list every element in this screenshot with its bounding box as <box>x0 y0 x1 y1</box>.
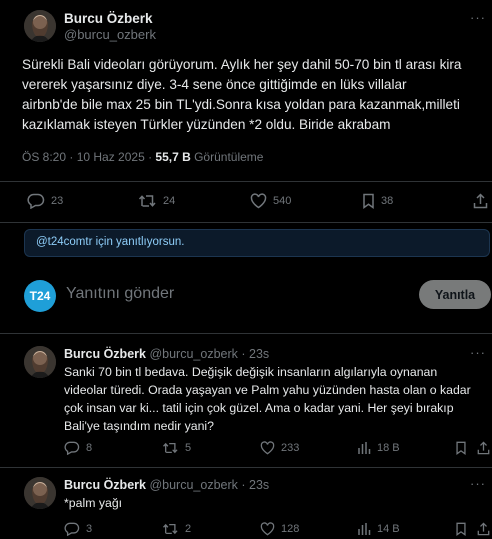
reply-context-text[interactable]: @t24comtr için yanıtlıyorsun. <box>36 236 184 248</box>
like-button[interactable]: 233 <box>260 441 299 455</box>
tweet-text-line: Sürekli Bali videoları görüyorum. Aylık … <box>22 57 462 72</box>
reply-text-line: *palm yağı <box>64 496 123 510</box>
reply-header: Burcu Özberk @burcu_ozberk · 23s <box>64 478 269 492</box>
reply-header: Burcu Özberk @burcu_ozberk · 23s <box>64 347 269 361</box>
repost-button[interactable]: 5 <box>162 441 191 455</box>
reply-text-line: videolar türedi. Orada yaşayan ve Palm y… <box>64 383 471 397</box>
repost-count: 24 <box>163 195 176 207</box>
bookmark-button[interactable]: 38 <box>362 193 393 209</box>
share-icon <box>473 193 488 209</box>
tweet-timestamp[interactable]: ÖS 8:20 · 10 Haz 2025 · <box>22 150 155 164</box>
reply-author-handle[interactable]: @burcu_ozberk <box>149 478 237 492</box>
reply-author-name[interactable]: Burcu Özberk <box>64 478 146 492</box>
reply-count: 8 <box>86 442 93 454</box>
bookmark-icon <box>456 522 466 536</box>
share-button[interactable] <box>473 193 488 209</box>
reply-author-handle[interactable]: @burcu_ozberk <box>149 347 237 361</box>
reply-text-line: Bali'ye taşındım nedir yani? <box>64 419 214 433</box>
like-button[interactable]: 540 <box>250 193 291 209</box>
reply-icon <box>27 193 45 209</box>
share-icon <box>477 522 490 536</box>
t24-avatar-text: T24 <box>29 289 51 303</box>
reply-text: *palm yağı <box>64 494 484 512</box>
reply-avatar[interactable] <box>24 477 56 509</box>
tweet-text-line: kazıklamak isteyen Türkler yüzünden *2 o… <box>22 117 391 132</box>
reply-text-line: çok insan var ki... tatil için çok güzel… <box>64 401 454 415</box>
divider <box>0 467 492 468</box>
reply-avatar[interactable] <box>24 346 56 378</box>
tweet-text-line: vererek yaşarsınız diye. 3-4 sene önce g… <box>22 77 407 92</box>
views-count: 18 B <box>377 442 400 454</box>
reply-text: Sanki 70 bin tl bedava. Değişik değişik … <box>64 363 484 435</box>
reply-icon <box>64 441 80 455</box>
reply-submit-button[interactable]: Yanıtla <box>419 280 491 309</box>
reply-button[interactable]: 3 <box>64 522 92 536</box>
repost-icon <box>163 523 178 535</box>
repost-count: 2 <box>185 523 192 535</box>
divider <box>0 222 492 223</box>
share-button[interactable] <box>477 441 490 455</box>
repost-icon <box>138 195 156 207</box>
reply-button[interactable]: 8 <box>64 441 92 455</box>
heart-icon <box>250 193 267 209</box>
like-button[interactable]: 128 <box>260 522 299 536</box>
reply-button[interactable]: 23 <box>27 193 63 209</box>
share-icon <box>477 441 490 455</box>
author-avatar[interactable] <box>24 10 56 42</box>
like-count: 540 <box>273 195 292 207</box>
views-label: Görüntüleme <box>190 150 264 164</box>
repost-button[interactable]: 24 <box>138 193 175 209</box>
reply-time[interactable]: · 23s <box>241 478 269 492</box>
more-options-icon[interactable]: ··· <box>470 476 486 491</box>
author-name[interactable]: Burcu Özberk <box>64 11 153 26</box>
reply-submit-label: Yanıtla <box>434 287 476 302</box>
bookmark-button[interactable] <box>455 441 467 455</box>
repost-button[interactable]: 2 <box>162 522 191 536</box>
bookmark-count: 38 <box>381 195 394 207</box>
analytics-icon <box>358 442 371 454</box>
views-count: 14 B <box>377 523 400 535</box>
heart-icon <box>260 522 275 536</box>
repost-count: 5 <box>185 442 192 454</box>
tweet-meta: ÖS 8:20 · 10 Haz 2025 · 55,7 B Görüntüle… <box>22 150 263 164</box>
tweet-text-line: airbnb'de bile max 25 bin TL'ydi.Sonra k… <box>22 97 460 112</box>
views-count: 55,7 B <box>155 150 191 164</box>
author-handle[interactable]: @burcu_ozberk <box>64 27 156 42</box>
views-button[interactable]: 14 B <box>357 522 400 536</box>
bookmark-icon <box>363 193 374 209</box>
reply-icon <box>64 522 80 536</box>
like-count: 128 <box>281 523 300 535</box>
reply-count: 3 <box>86 523 93 535</box>
views-button[interactable]: 18 B <box>357 441 400 455</box>
analytics-icon <box>358 523 371 535</box>
repost-icon <box>163 442 178 454</box>
reply-author-name[interactable]: Burcu Özberk <box>64 347 146 361</box>
like-count: 233 <box>281 442 300 454</box>
reply-count: 23 <box>51 195 64 207</box>
more-options-icon[interactable]: ··· <box>470 10 486 25</box>
heart-icon <box>260 441 275 455</box>
divider <box>0 181 492 182</box>
t24-avatar[interactable]: T24 <box>24 280 56 312</box>
share-button[interactable] <box>477 522 490 536</box>
bookmark-button[interactable] <box>455 522 467 536</box>
tweet-text: Sürekli Bali videoları görüyorum. Aylık … <box>22 55 490 135</box>
divider <box>0 333 492 334</box>
bookmark-icon <box>456 441 466 455</box>
reply-time[interactable]: · 23s <box>241 347 269 361</box>
more-options-icon[interactable]: ··· <box>470 345 486 360</box>
reply-input[interactable]: Yanıtını gönder <box>66 285 174 303</box>
reply-text-line: Sanki 70 bin tl bedava. Değişik değişik … <box>64 365 438 379</box>
